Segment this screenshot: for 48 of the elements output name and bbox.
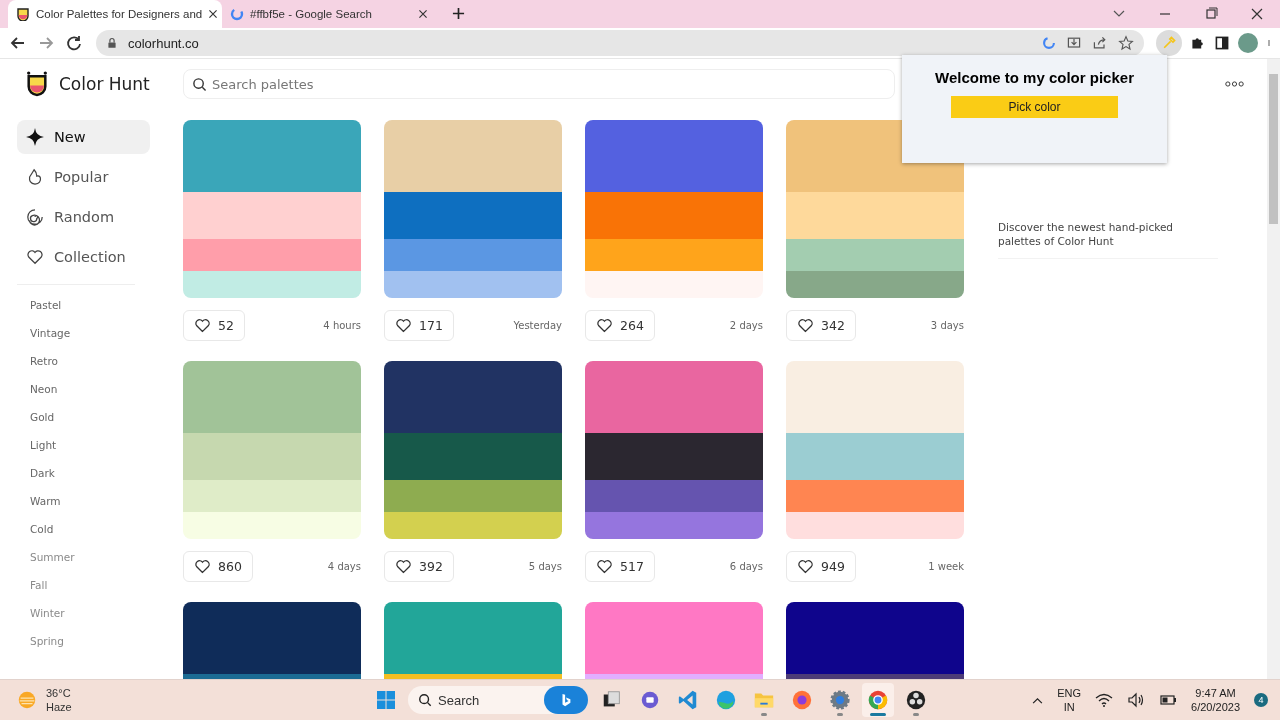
time-label: 5 days	[528, 561, 562, 572]
time-label: 6 days	[729, 561, 763, 572]
temperature-text: 36°C	[46, 686, 72, 700]
notification-badge[interactable]: 4	[1254, 693, 1268, 707]
address-bar[interactable]: colorhunt.co	[96, 30, 1144, 56]
browser-tab[interactable]: Color Palettes for Designers and	[8, 0, 222, 28]
like-button[interactable]: 517	[585, 551, 655, 582]
time-label: 3 days	[930, 320, 964, 331]
clock-time[interactable]: 9:47 AM	[1195, 686, 1236, 700]
nav-item[interactable]: Popular	[17, 160, 150, 194]
time-label: Yesterday	[513, 320, 562, 331]
like-button[interactable]: 264	[585, 310, 655, 341]
like-button[interactable]: 52	[183, 310, 245, 341]
nav-item[interactable]: Random	[17, 200, 150, 234]
tag-link[interactable]: Winter	[17, 603, 183, 631]
description-text: Discover the newest hand-picked palettes of Color Hunt	[998, 220, 1175, 248]
nav-item[interactable]: Collection	[17, 240, 150, 274]
time-label: 2 days	[729, 320, 763, 331]
tag-link[interactable]: Summer	[17, 547, 183, 575]
tag-link[interactable]: Light	[17, 435, 183, 463]
language-text[interactable]: ENG	[1057, 686, 1082, 700]
tag-link[interactable]: Warm	[17, 491, 183, 519]
tag-link[interactable]: Pastel	[17, 295, 183, 323]
time-label: 4 hours	[323, 320, 361, 331]
pick-color-button[interactable]: Pick color	[951, 96, 1118, 118]
nav-item[interactable]: New	[17, 120, 150, 154]
browser-tab[interactable]: #ffbf5e - Google Search	[222, 0, 436, 28]
popup-title: Welcome to my color picker	[935, 69, 1134, 86]
tag-link[interactable]: Vintage	[17, 323, 183, 351]
time-label: 1 week	[928, 561, 964, 572]
tag-link[interactable]: Cold	[17, 519, 183, 547]
tag-link[interactable]: Dark	[17, 463, 183, 491]
time-label: 4 days	[327, 561, 361, 572]
region-text[interactable]: IN	[1063, 700, 1075, 714]
tag-link[interactable]: Gold	[17, 407, 183, 435]
like-button[interactable]: 171	[384, 310, 454, 341]
like-button[interactable]: 392	[384, 551, 454, 582]
weather-text: Haze	[46, 700, 72, 714]
site-logo-text[interactable]: Color Hunt	[59, 74, 150, 94]
like-button[interactable]: 860	[183, 551, 253, 582]
tag-link[interactable]: Spring	[17, 631, 183, 659]
like-button[interactable]: 342	[786, 310, 856, 341]
search-field[interactable]: Search palettes	[183, 69, 895, 99]
tag-link[interactable]: Retro	[17, 351, 183, 379]
tag-link[interactable]: Fall	[17, 575, 183, 603]
like-button[interactable]: 949	[786, 551, 856, 582]
clock-date[interactable]: 6/20/2023	[1191, 700, 1240, 714]
tag-link[interactable]: Neon	[17, 379, 183, 407]
